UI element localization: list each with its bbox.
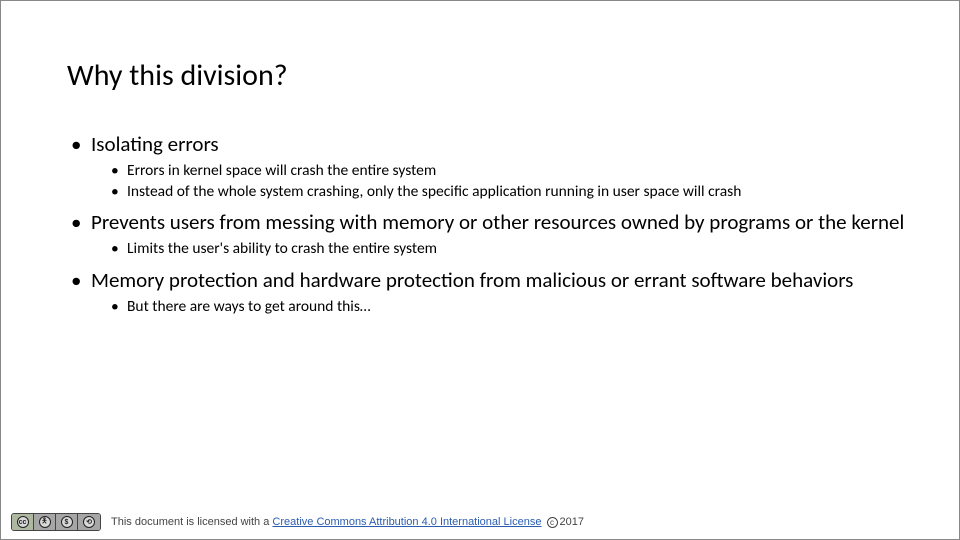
sub-bullet-list: Errors in kernel space will crash the en… <box>91 161 919 201</box>
slide-content: Isolating errors Errors in kernel space … <box>67 131 919 324</box>
bullet-text: Isolating errors <box>91 131 219 157</box>
license-text: This document is licensed with a Creativ… <box>111 516 584 528</box>
bullet-text: Prevents users from messing with memory … <box>91 209 904 235</box>
license-link[interactable]: Creative Commons Attribution 4.0 Interna… <box>272 516 541 528</box>
copyright-icon: c <box>547 517 558 528</box>
slide-title: Why this division? <box>67 57 288 94</box>
sub-bullet-item: But there are ways to get around this… <box>91 297 919 316</box>
cc-mark-nc-icon: $ <box>56 514 78 530</box>
cc-license-badge-icon: cc 🯅 $ ⟲ <box>11 513 101 531</box>
bullet-text: Memory protection and hardware protectio… <box>91 267 853 293</box>
bullet-item: Memory protection and hardware protectio… <box>67 267 919 317</box>
sub-bullet-item: Limits the user's ability to crash the e… <box>91 239 919 258</box>
license-year: 2017 <box>560 516 584 528</box>
sub-bullet-item: Instead of the whole system crashing, on… <box>91 182 919 201</box>
sub-bullet-list: Limits the user's ability to crash the e… <box>91 239 919 258</box>
cc-mark-by-icon: 🯅 <box>34 514 56 530</box>
bullet-item: Isolating errors Errors in kernel space … <box>67 131 919 201</box>
license-prefix: This document is licensed with a <box>111 516 272 528</box>
slide: Why this division? Isolating errors Erro… <box>0 0 960 540</box>
sub-bullet-list: But there are ways to get around this… <box>91 297 919 316</box>
bullet-list: Isolating errors Errors in kernel space … <box>67 131 919 316</box>
cc-mark-cc-icon: cc <box>12 514 34 530</box>
bullet-item: Prevents users from messing with memory … <box>67 209 919 259</box>
cc-mark-sa-icon: ⟲ <box>78 514 100 530</box>
sub-bullet-item: Errors in kernel space will crash the en… <box>91 161 919 180</box>
footer: cc 🯅 $ ⟲ This document is licensed with … <box>11 513 949 531</box>
